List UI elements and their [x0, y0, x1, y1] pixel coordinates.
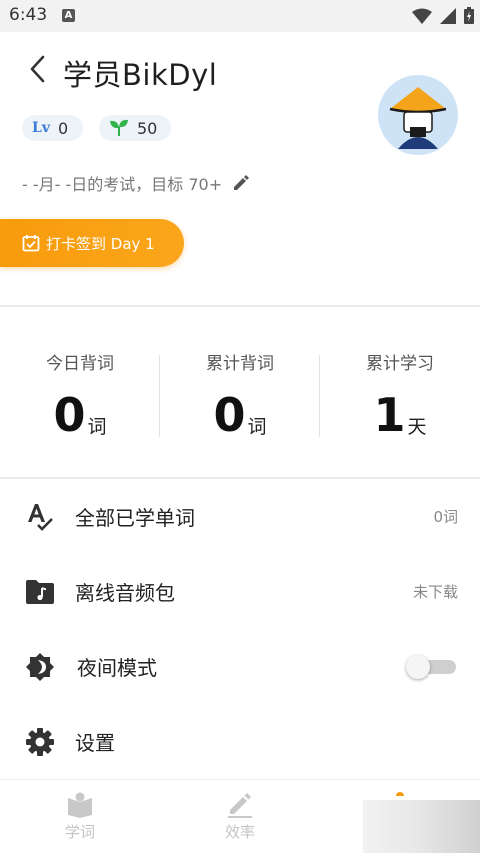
- music-folder-icon: [24, 576, 56, 608]
- stat-number: 0: [53, 388, 86, 442]
- wifi-icon: [412, 8, 432, 24]
- stat-today-words: 今日背词 0 词: [0, 307, 160, 475]
- sprout-icon: [110, 119, 128, 136]
- stat-label: 累计学习: [366, 354, 434, 374]
- menu-label: 设置: [75, 731, 115, 755]
- nav-label: 学词: [64, 823, 95, 841]
- checkin-label: 打卡签到 Day 1: [46, 234, 155, 253]
- menu-item-settings[interactable]: 设置: [0, 704, 480, 779]
- menu-item-night-mode[interactable]: 夜间模式: [0, 629, 480, 704]
- menu-value: 未下载: [412, 583, 458, 601]
- menu-value: 0词: [433, 508, 458, 526]
- menu-label: 全部已学单词: [75, 506, 195, 530]
- stat-number: 1: [373, 388, 406, 442]
- night-mode-icon: [24, 651, 56, 683]
- stat-total-study: 累计学习 1 天: [320, 307, 480, 475]
- points-value: 50: [137, 118, 158, 138]
- status-time: 6:43: [9, 5, 48, 25]
- nav-tab-efficiency[interactable]: 效率: [160, 780, 320, 853]
- avatar[interactable]: [378, 75, 458, 155]
- chevron-left-icon: [30, 55, 45, 83]
- level-icon: Lv: [32, 120, 50, 136]
- calendar-check-icon: [22, 235, 40, 252]
- menu-item-learned-words[interactable]: 全部已学单词 0词: [0, 479, 480, 554]
- stat-unit: 词: [87, 416, 107, 438]
- battery-icon: [464, 7, 474, 24]
- signal-icon: [440, 7, 456, 24]
- night-mode-toggle[interactable]: [406, 654, 456, 679]
- stat-value: 0 词: [160, 389, 320, 441]
- stat-value: 0 词: [0, 389, 160, 441]
- stat-unit: 天: [407, 416, 427, 438]
- level-value: 0: [57, 118, 69, 138]
- back-button[interactable]: [22, 52, 52, 86]
- menu-label: 离线音频包: [75, 581, 175, 605]
- exam-target: - -月- -日的考试，目标 70+: [22, 171, 250, 195]
- stat-label: 累计背词: [206, 354, 274, 374]
- menu-item-offline-audio[interactable]: 离线音频包 未下载: [0, 554, 480, 629]
- nav-tab-learn[interactable]: 学词: [0, 780, 160, 853]
- avatar-figure-icon: [389, 87, 447, 149]
- active-tab-indicator: [396, 792, 404, 796]
- status-bar: 6:43 A: [0, 0, 480, 32]
- nav-label: 效率: [224, 823, 255, 841]
- level-badge: Lv 0: [22, 115, 83, 141]
- edit-icon[interactable]: [232, 174, 250, 192]
- book-icon: [68, 792, 92, 818]
- status-icons: [412, 7, 474, 24]
- toggle-thumb: [406, 654, 430, 679]
- checkin-button[interactable]: 打卡签到 Day 1: [0, 219, 184, 267]
- stat-label: 今日背词: [46, 354, 114, 374]
- stat-value: 1 天: [320, 389, 480, 441]
- spellcheck-icon: [24, 501, 56, 533]
- notification-icon: A: [62, 9, 75, 22]
- stat-total-words: 累计背词 0 词: [160, 307, 320, 475]
- pencil-icon: [228, 793, 252, 818]
- stat-number: 0: [213, 388, 246, 442]
- floating-overlay: [363, 800, 480, 853]
- bottom-nav: 学词 效率: [0, 779, 480, 853]
- page-title: 学员BikDyl: [63, 58, 218, 92]
- exam-target-text: - -月- -日的考试，目标 70+: [22, 175, 223, 194]
- gear-icon: [24, 726, 56, 758]
- stats-panel: 今日背词 0 词 累计背词 0 词 累计学习 1 天: [0, 307, 480, 475]
- points-badge: 50: [99, 115, 171, 141]
- profile-header: 学员BikDyl Lv 0 50 - -月- -日的考试，目标 70+ 打卡签到…: [0, 32, 480, 304]
- menu-label: 夜间模式: [77, 656, 157, 680]
- stat-unit: 词: [247, 416, 267, 438]
